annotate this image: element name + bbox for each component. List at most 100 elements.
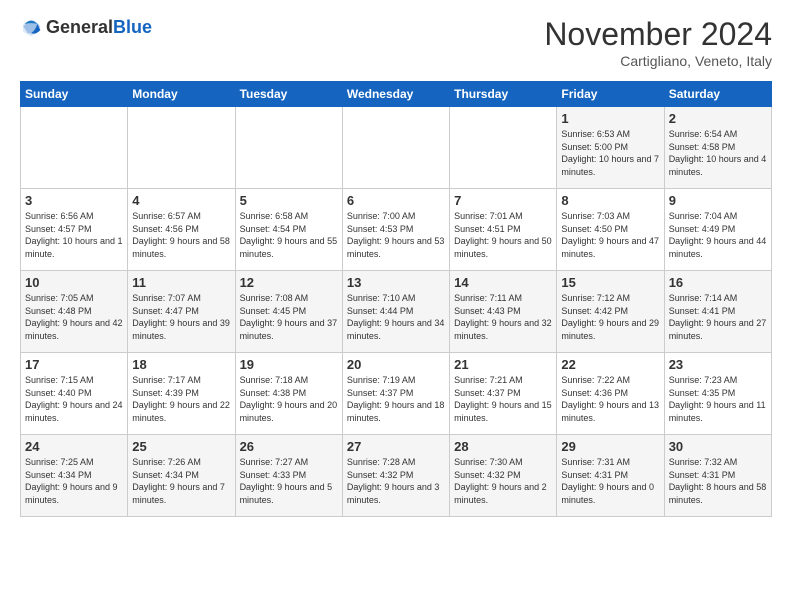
day-number: 10 <box>25 275 123 290</box>
calendar-cell-w1-d2 <box>128 107 235 189</box>
calendar-cell-w1-d5 <box>450 107 557 189</box>
day-number: 15 <box>561 275 659 290</box>
calendar-cell-w5-d4: 27 Sunrise: 7:28 AM Sunset: 4:32 PM Dayli… <box>342 435 449 517</box>
day-number: 8 <box>561 193 659 208</box>
day-info: Sunrise: 7:23 AM Sunset: 4:35 PM Dayligh… <box>669 374 767 424</box>
day-number: 9 <box>669 193 767 208</box>
logo-general: General <box>46 17 113 37</box>
day-number: 2 <box>669 111 767 126</box>
day-info: Sunrise: 7:10 AM Sunset: 4:44 PM Dayligh… <box>347 292 445 342</box>
calendar-cell-w3-d6: 15 Sunrise: 7:12 AM Sunset: 4:42 PM Dayli… <box>557 271 664 353</box>
day-number: 23 <box>669 357 767 372</box>
day-info: Sunrise: 7:18 AM Sunset: 4:38 PM Dayligh… <box>240 374 338 424</box>
calendar-cell-w1-d7: 2 Sunrise: 6:54 AM Sunset: 4:58 PM Daylig… <box>664 107 771 189</box>
title-block: November 2024 Cartigliano, Veneto, Italy <box>544 16 772 69</box>
week-row-2: 3Sunrise: 6:56 AM Sunset: 4:57 PM Daylig… <box>21 189 772 271</box>
calendar-cell-w2-d6: 8 Sunrise: 7:03 AM Sunset: 4:50 PM Daylig… <box>557 189 664 271</box>
calendar-cell-w4-d5: 21 Sunrise: 7:21 AM Sunset: 4:37 PM Dayli… <box>450 353 557 435</box>
day-info: Sunrise: 7:19 AM Sunset: 4:37 PM Dayligh… <box>347 374 445 424</box>
page-header: GeneralBlue November 2024 Cartigliano, V… <box>20 16 772 69</box>
day-info: Sunrise: 7:21 AM Sunset: 4:37 PM Dayligh… <box>454 374 552 424</box>
calendar-cell-w1-d3 <box>235 107 342 189</box>
week-row-3: 10 Sunrise: 7:05 AM Sunset: 4:48 PM Dayli… <box>21 271 772 353</box>
day-info: Sunrise: 7:11 AM Sunset: 4:43 PM Dayligh… <box>454 292 552 342</box>
day-info: Sunrise: 7:32 AM Sunset: 4:31 PM Dayligh… <box>669 456 767 506</box>
calendar-header-row: Sunday Monday Tuesday Wednesday Thursday… <box>21 82 772 107</box>
calendar-cell-w4-d2: 18 Sunrise: 7:17 AM Sunset: 4:39 PM Dayli… <box>128 353 235 435</box>
calendar-cell-w2-d7: 9 Sunrise: 7:04 AM Sunset: 4:49 PM Daylig… <box>664 189 771 271</box>
day-info: Sunrise: 7:15 AM Sunset: 4:40 PM Dayligh… <box>25 374 123 424</box>
calendar-cell-w5-d1: 24Sunrise: 7:25 AM Sunset: 4:34 PM Dayli… <box>21 435 128 517</box>
day-info: Sunrise: 6:58 AM Sunset: 4:54 PM Dayligh… <box>240 210 338 260</box>
day-number: 3 <box>25 193 123 208</box>
calendar-cell-w2-d5: 7Sunrise: 7:01 AM Sunset: 4:51 PM Daylig… <box>450 189 557 271</box>
day-number: 11 <box>132 275 230 290</box>
calendar-cell-w3-d2: 11Sunrise: 7:07 AM Sunset: 4:47 PM Dayli… <box>128 271 235 353</box>
week-row-5: 24Sunrise: 7:25 AM Sunset: 4:34 PM Dayli… <box>21 435 772 517</box>
day-number: 16 <box>669 275 767 290</box>
calendar-cell-w1-d1 <box>21 107 128 189</box>
day-info: Sunrise: 7:04 AM Sunset: 4:49 PM Dayligh… <box>669 210 767 260</box>
week-row-1: 1 Sunrise: 6:53 AM Sunset: 5:00 PM Daylig… <box>21 107 772 189</box>
calendar-table: Sunday Monday Tuesday Wednesday Thursday… <box>20 81 772 517</box>
day-number: 1 <box>561 111 659 126</box>
day-number: 20 <box>347 357 445 372</box>
day-info: Sunrise: 7:31 AM Sunset: 4:31 PM Dayligh… <box>561 456 659 506</box>
day-info: Sunrise: 7:25 AM Sunset: 4:34 PM Dayligh… <box>25 456 123 506</box>
day-info: Sunrise: 7:01 AM Sunset: 4:51 PM Dayligh… <box>454 210 552 260</box>
day-number: 27 <box>347 439 445 454</box>
day-number: 28 <box>454 439 552 454</box>
day-info: Sunrise: 7:30 AM Sunset: 4:32 PM Dayligh… <box>454 456 552 506</box>
day-number: 17 <box>25 357 123 372</box>
header-wednesday: Wednesday <box>342 82 449 107</box>
calendar-cell-w5-d7: 30Sunrise: 7:32 AM Sunset: 4:31 PM Dayli… <box>664 435 771 517</box>
calendar-cell-w4-d4: 20 Sunrise: 7:19 AM Sunset: 4:37 PM Dayli… <box>342 353 449 435</box>
logo: GeneralBlue <box>20 16 152 38</box>
calendar-cell-w2-d4: 6 Sunrise: 7:00 AM Sunset: 4:53 PM Daylig… <box>342 189 449 271</box>
header-sunday: Sunday <box>21 82 128 107</box>
day-info: Sunrise: 7:05 AM Sunset: 4:48 PM Dayligh… <box>25 292 123 342</box>
day-number: 18 <box>132 357 230 372</box>
day-number: 4 <box>132 193 230 208</box>
day-number: 25 <box>132 439 230 454</box>
header-monday: Monday <box>128 82 235 107</box>
day-number: 14 <box>454 275 552 290</box>
calendar-cell-w5-d3: 26Sunrise: 7:27 AM Sunset: 4:33 PM Dayli… <box>235 435 342 517</box>
calendar-cell-w4-d1: 17 Sunrise: 7:15 AM Sunset: 4:40 PM Dayli… <box>21 353 128 435</box>
logo-text: GeneralBlue <box>46 17 152 38</box>
calendar-cell-w5-d5: 28 Sunrise: 7:30 AM Sunset: 4:32 PM Dayli… <box>450 435 557 517</box>
calendar-cell-w5-d2: 25Sunrise: 7:26 AM Sunset: 4:34 PM Dayli… <box>128 435 235 517</box>
day-number: 6 <box>347 193 445 208</box>
calendar-cell-w4-d6: 22Sunrise: 7:22 AM Sunset: 4:36 PM Dayli… <box>557 353 664 435</box>
day-info: Sunrise: 7:14 AM Sunset: 4:41 PM Dayligh… <box>669 292 767 342</box>
calendar-cell-w2-d3: 5Sunrise: 6:58 AM Sunset: 4:54 PM Daylig… <box>235 189 342 271</box>
header-saturday: Saturday <box>664 82 771 107</box>
day-info: Sunrise: 7:00 AM Sunset: 4:53 PM Dayligh… <box>347 210 445 260</box>
calendar-cell-w3-d5: 14 Sunrise: 7:11 AM Sunset: 4:43 PM Dayli… <box>450 271 557 353</box>
day-info: Sunrise: 7:22 AM Sunset: 4:36 PM Dayligh… <box>561 374 659 424</box>
day-info: Sunrise: 7:12 AM Sunset: 4:42 PM Dayligh… <box>561 292 659 342</box>
calendar-cell-w5-d6: 29Sunrise: 7:31 AM Sunset: 4:31 PM Dayli… <box>557 435 664 517</box>
calendar-cell-w4-d7: 23 Sunrise: 7:23 AM Sunset: 4:35 PM Dayli… <box>664 353 771 435</box>
day-info: Sunrise: 7:28 AM Sunset: 4:32 PM Dayligh… <box>347 456 445 506</box>
calendar-cell-w1-d6: 1 Sunrise: 6:53 AM Sunset: 5:00 PM Daylig… <box>557 107 664 189</box>
day-info: Sunrise: 6:57 AM Sunset: 4:56 PM Dayligh… <box>132 210 230 260</box>
week-row-4: 17 Sunrise: 7:15 AM Sunset: 4:40 PM Dayli… <box>21 353 772 435</box>
day-info: Sunrise: 7:03 AM Sunset: 4:50 PM Dayligh… <box>561 210 659 260</box>
calendar-cell-w2-d2: 4 Sunrise: 6:57 AM Sunset: 4:56 PM Daylig… <box>128 189 235 271</box>
month-title: November 2024 <box>544 16 772 53</box>
calendar-cell-w3-d3: 12Sunrise: 7:08 AM Sunset: 4:45 PM Dayli… <box>235 271 342 353</box>
day-number: 21 <box>454 357 552 372</box>
calendar-cell-w1-d4 <box>342 107 449 189</box>
day-info: Sunrise: 6:54 AM Sunset: 4:58 PM Dayligh… <box>669 128 767 178</box>
day-info: Sunrise: 7:27 AM Sunset: 4:33 PM Dayligh… <box>240 456 338 506</box>
logo-blue: Blue <box>113 17 152 37</box>
logo-icon <box>20 16 42 38</box>
calendar-cell-w3-d1: 10 Sunrise: 7:05 AM Sunset: 4:48 PM Dayli… <box>21 271 128 353</box>
day-number: 19 <box>240 357 338 372</box>
day-info: Sunrise: 6:53 AM Sunset: 5:00 PM Dayligh… <box>561 128 659 178</box>
header-tuesday: Tuesday <box>235 82 342 107</box>
header-friday: Friday <box>557 82 664 107</box>
day-info: Sunrise: 7:17 AM Sunset: 4:39 PM Dayligh… <box>132 374 230 424</box>
day-number: 13 <box>347 275 445 290</box>
